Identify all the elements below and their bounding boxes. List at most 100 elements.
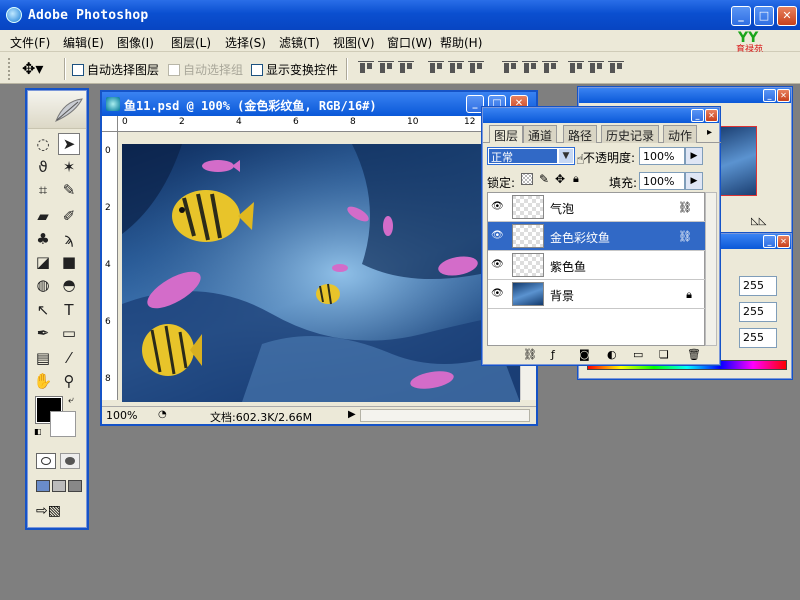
layer-thumbnail[interactable] <box>512 224 544 248</box>
layers-title-bar[interactable]: _ ✕ <box>483 108 719 123</box>
lasso-tool-icon[interactable]: ϑ <box>32 156 54 178</box>
align-left-icon[interactable] <box>428 60 446 76</box>
swap-colors-icon[interactable]: ⤶ <box>68 395 74 406</box>
new-layer-icon[interactable]: ❏ <box>659 348 669 361</box>
blend-mode-select[interactable]: 正常 ▼ <box>487 147 575 165</box>
navigator-title-bar[interactable]: _ ✕ <box>579 88 791 103</box>
distribute-bottom-icon[interactable] <box>542 60 560 76</box>
fill-slider-button[interactable]: ▶ <box>685 172 703 190</box>
distribute-hcenter-icon[interactable] <box>588 60 606 76</box>
adjustment-layer-icon[interactable]: ◐ <box>607 348 617 361</box>
magic-wand-icon[interactable]: ✶ <box>58 156 80 178</box>
menu-item-2[interactable]: 图像(I) <box>117 34 154 51</box>
new-group-icon[interactable]: ▭ <box>633 348 643 361</box>
layer-row[interactable]: 👁︎ 金色彩纹鱼 ⛓︎ <box>488 222 706 251</box>
screen-mode-standard-icon[interactable] <box>36 480 50 492</box>
menu-item-4[interactable]: 选择(S) <box>225 34 266 51</box>
lock-transparency-icon[interactable] <box>521 173 533 185</box>
history-brush-icon[interactable]: ϡ <box>58 228 80 250</box>
layers-minimize-button[interactable]: _ <box>691 109 704 122</box>
distribute-left-icon[interactable] <box>568 60 586 76</box>
chevron-down-icon[interactable]: ▼ <box>559 149 573 163</box>
menu-item-6[interactable]: 视图(V) <box>333 34 375 51</box>
options-bar-grip[interactable] <box>8 58 12 80</box>
tab-channels[interactable]: 通道 <box>523 125 558 143</box>
tab-actions[interactable]: 动作 <box>663 125 698 143</box>
distribute-vcenter-icon[interactable] <box>522 60 540 76</box>
image-canvas[interactable] <box>122 144 520 402</box>
gradient-tool-icon[interactable]: ■ <box>58 251 80 273</box>
crop-tool-icon[interactable]: ⌗ <box>32 179 54 201</box>
layer-thumbnail[interactable] <box>512 253 544 277</box>
shape-tool-icon[interactable]: ▭ <box>58 322 80 344</box>
marquee-tool-icon[interactable]: ◌ <box>32 133 54 155</box>
ruler-vertical[interactable]: 0 2 4 6 8 <box>102 132 118 400</box>
document-horizontal-scrollbar[interactable] <box>360 409 530 422</box>
layer-mask-icon[interactable]: ◙ <box>579 348 590 361</box>
lock-all-icon[interactable]: 🔒︎ <box>573 172 579 186</box>
navigator-close-button[interactable]: ✕ <box>777 89 790 102</box>
align-bottom-icon[interactable] <box>398 60 416 76</box>
show-transform-checkbox[interactable]: 显示变换控件 <box>251 61 338 78</box>
maximize-button[interactable]: □ <box>754 6 774 26</box>
align-top-icon[interactable] <box>358 60 376 76</box>
layer-row[interactable]: 👁︎ 紫色鱼 <box>488 251 706 280</box>
navigator-zoom-icon[interactable]: ◺◺ <box>751 216 766 227</box>
close-button[interactable]: ✕ <box>777 6 797 26</box>
color-b-field[interactable]: 255 <box>739 328 777 348</box>
eye-icon[interactable]: 👁︎ <box>491 259 505 271</box>
status-arrow-icon[interactable]: ▶ <box>348 409 356 420</box>
notes-tool-icon[interactable]: ▤ <box>32 347 54 369</box>
move-tool-icon[interactable]: ➤ <box>58 133 80 155</box>
color-minimize-button[interactable]: _ <box>763 235 776 248</box>
layer-style-icon[interactable]: ƒ <box>551 348 555 361</box>
opacity-field[interactable]: 100% <box>639 147 685 165</box>
delete-layer-icon[interactable]: 🗑︎ <box>687 348 701 361</box>
menu-item-8[interactable]: 帮助(H) <box>440 34 482 51</box>
menu-item-5[interactable]: 滤镜(T) <box>279 34 320 51</box>
eye-icon[interactable]: 👁︎ <box>491 288 505 300</box>
eye-icon[interactable]: 👁︎ <box>491 230 505 242</box>
zoom-level[interactable]: 100% <box>106 409 137 422</box>
layer-thumbnail[interactable] <box>512 282 544 306</box>
layer-row[interactable]: 👁︎ 背景 🔒︎ <box>488 280 706 309</box>
tab-layers[interactable]: 图层 <box>489 125 524 143</box>
menu-item-1[interactable]: 编辑(E) <box>63 34 104 51</box>
clone-stamp-icon[interactable]: ♣ <box>32 228 54 250</box>
standard-mode-icon[interactable] <box>36 453 56 469</box>
navigator-minimize-button[interactable]: _ <box>763 89 776 102</box>
default-colors-icon[interactable]: ◧ <box>34 427 42 436</box>
eraser-tool-icon[interactable]: ◪ <box>32 251 54 273</box>
ruler-corner[interactable] <box>102 116 118 132</box>
feather-icon[interactable] <box>54 97 84 123</box>
align-hcenter-icon[interactable] <box>448 60 466 76</box>
type-tool-icon[interactable]: T <box>58 299 80 321</box>
tab-paths[interactable]: 路径 <box>563 125 598 143</box>
auto-select-layer-checkbox[interactable]: 自动选择图层 <box>72 61 159 78</box>
move-tool-preset-icon[interactable]: ✥▾ <box>22 59 43 78</box>
color-close-button[interactable]: ✕ <box>777 235 790 248</box>
pen-tool-icon[interactable]: ✒ <box>32 322 54 344</box>
healing-brush-icon[interactable]: ▰ <box>32 205 54 227</box>
layer-row[interactable]: 👁︎ 气泡 ⛓︎ <box>488 193 706 222</box>
distribute-right-icon[interactable] <box>608 60 626 76</box>
eyedropper-icon[interactable]: ⁄ <box>58 347 80 369</box>
screen-mode-full-icon[interactable] <box>68 480 82 492</box>
eye-icon[interactable]: 👁︎ <box>491 201 505 213</box>
blur-tool-icon[interactable]: ◍ <box>32 274 54 296</box>
checkbox-box[interactable] <box>72 63 84 76</box>
link-layers-icon[interactable]: ⛓︎ <box>523 348 537 361</box>
checkbox-box[interactable] <box>251 63 263 76</box>
path-select-icon[interactable]: ↖ <box>32 299 54 321</box>
screen-mode-menu-icon[interactable] <box>52 480 66 492</box>
menu-item-3[interactable]: 图层(L) <box>171 34 211 51</box>
menu-item-7[interactable]: 窗口(W) <box>387 34 432 51</box>
quickmask-mode-icon[interactable] <box>60 453 80 469</box>
brush-tool-icon[interactable]: ✐ <box>58 205 80 227</box>
zoom-tool-icon[interactable]: ⚲ <box>58 370 80 392</box>
layers-scrollbar[interactable] <box>705 192 717 346</box>
color-r-field[interactable]: 255 <box>739 276 777 296</box>
jump-to-imageready-icon[interactable]: ⇨▧ <box>36 503 61 519</box>
lock-move-icon[interactable]: ✥ <box>555 172 565 186</box>
tab-history[interactable]: 历史记录 <box>601 125 660 143</box>
